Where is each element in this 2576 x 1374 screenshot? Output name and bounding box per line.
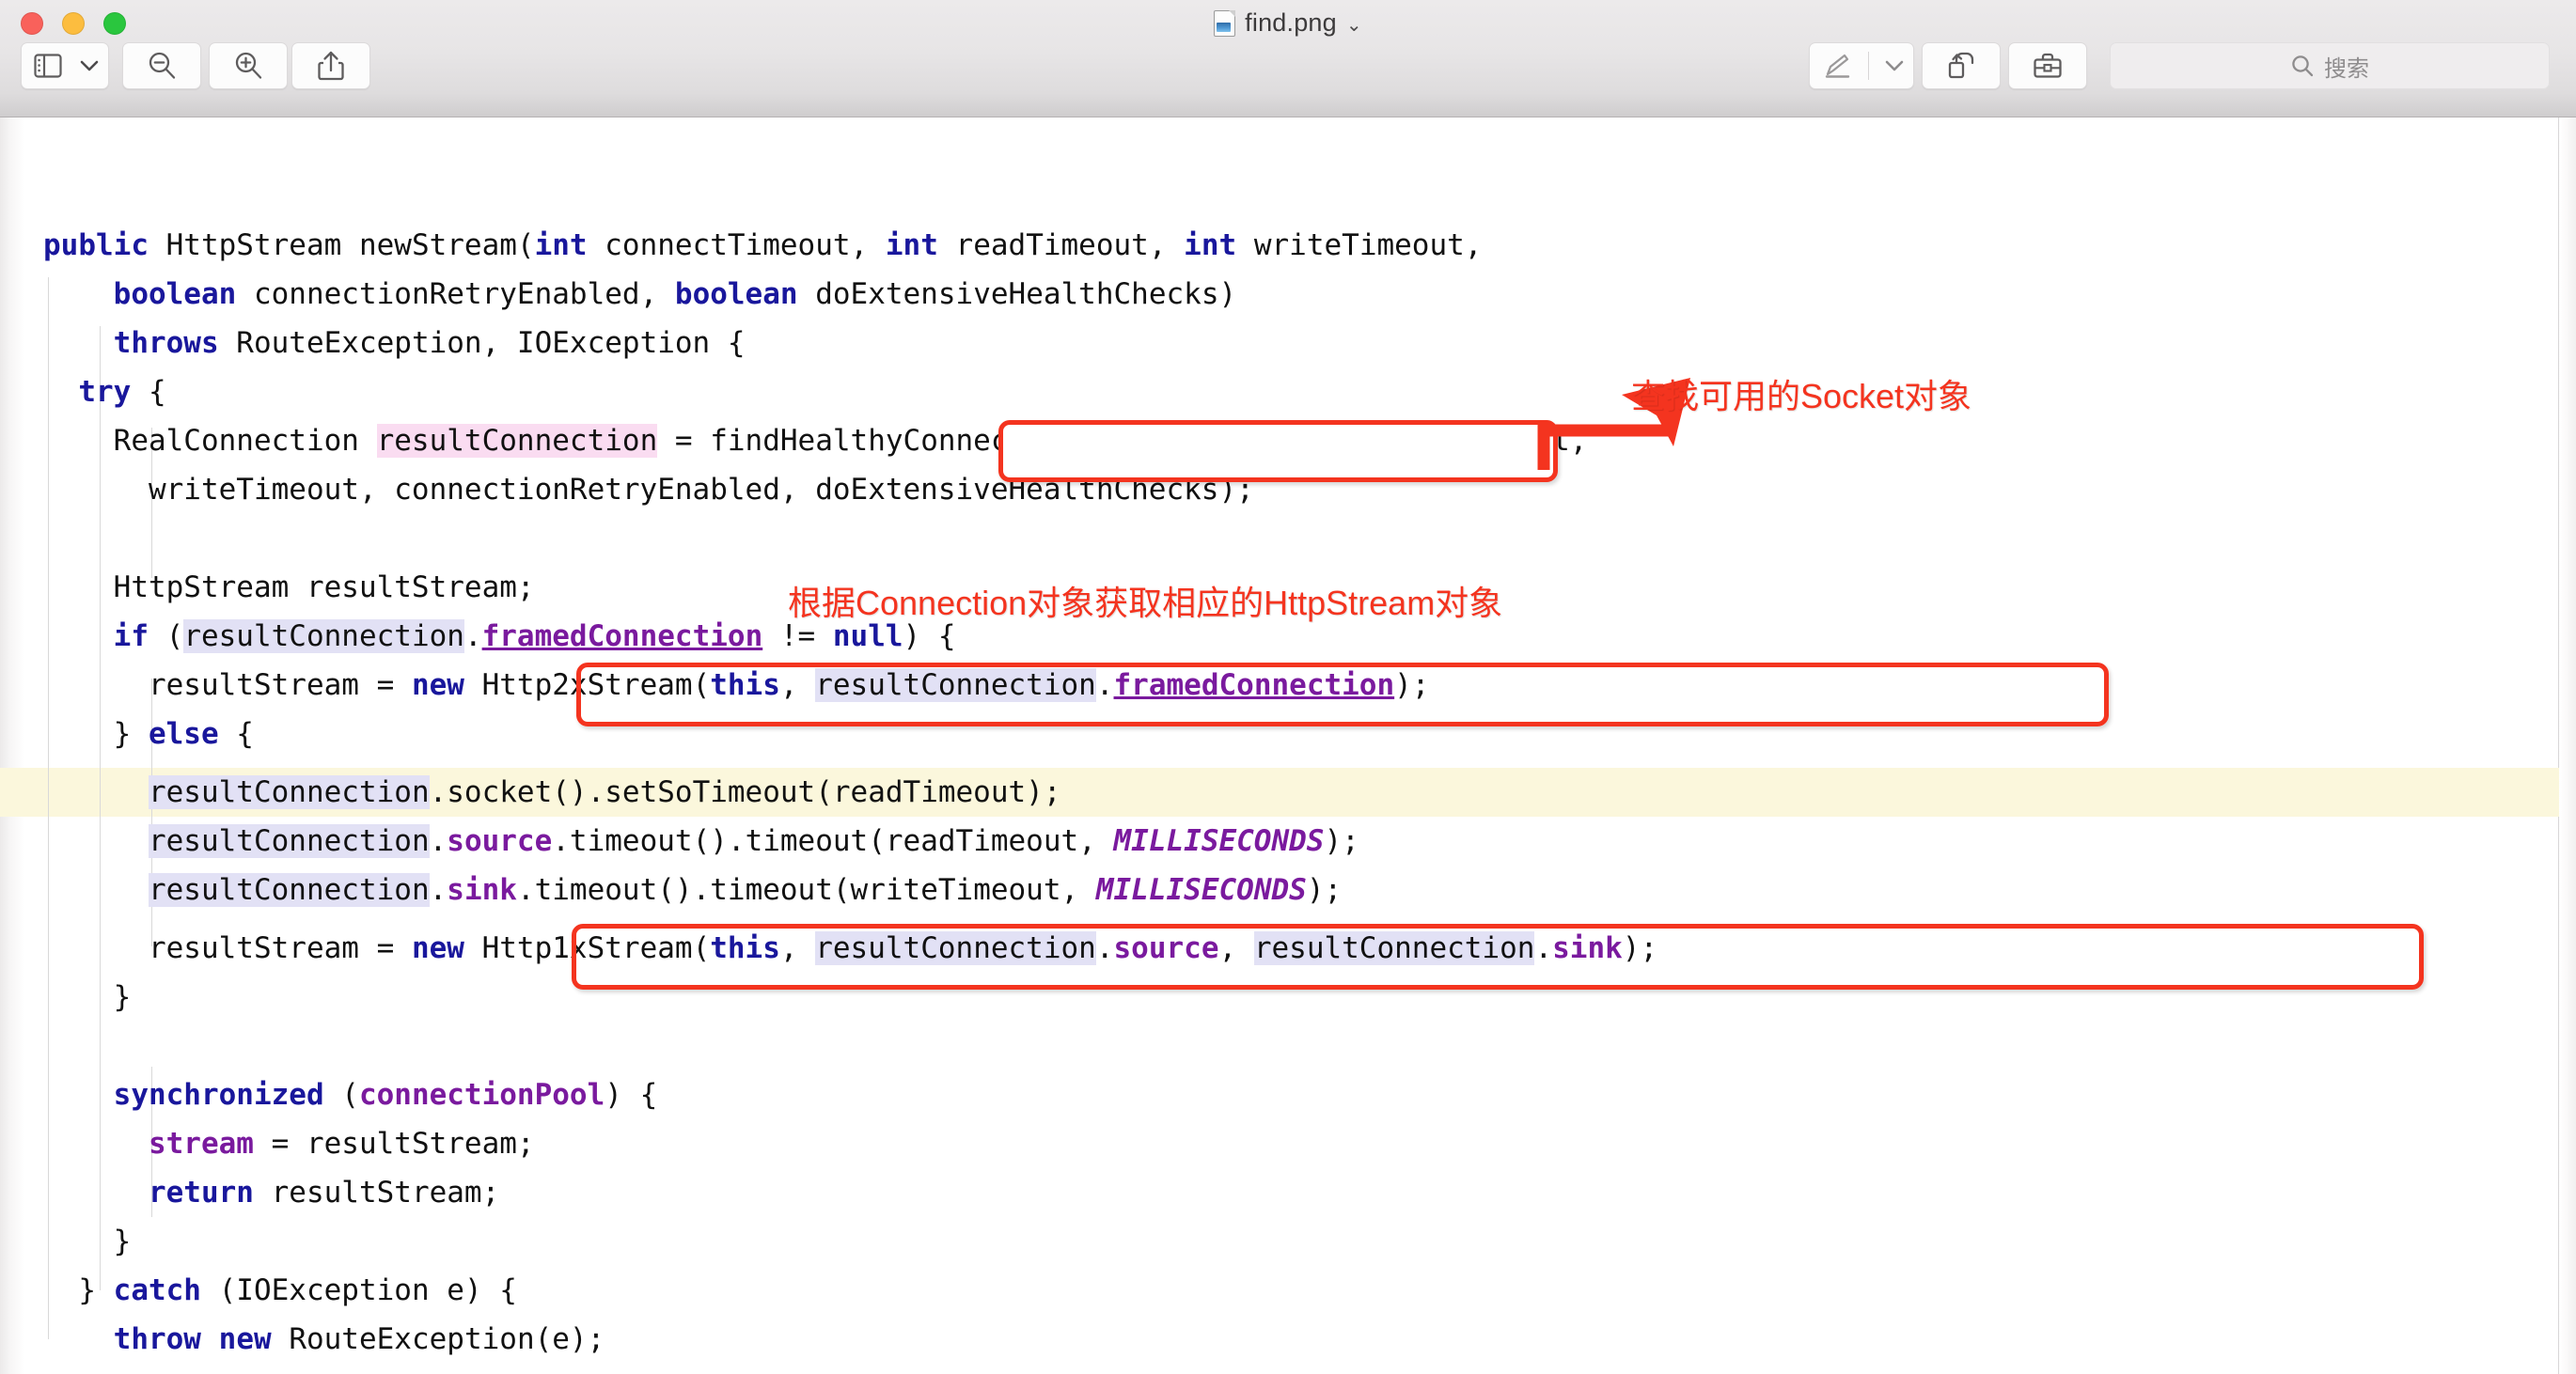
zoom-in-button[interactable] <box>209 42 288 89</box>
image-file-icon <box>1214 9 1236 37</box>
code-line: return resultStream; <box>148 1176 500 1210</box>
rotate-left-button[interactable] <box>1922 42 2001 89</box>
zoom-in-icon <box>235 52 262 79</box>
share-button[interactable] <box>291 42 370 89</box>
code-line: try { <box>78 375 166 409</box>
markup-pen-icon <box>1825 54 1850 78</box>
code-line: boolean connectionRetryEnabled, boolean … <box>113 277 1237 311</box>
code-line: resultConnection.socket().setSoTimeout(r… <box>148 775 1061 809</box>
rotate-left-icon <box>1948 52 1974 79</box>
share-icon <box>318 51 344 81</box>
sidebar-group <box>21 42 109 89</box>
code-line: throw new RouteException(e); <box>113 1322 605 1356</box>
code-line: } <box>43 980 132 1014</box>
image-canvas[interactable]: public HttpStream newStream(int connectT… <box>0 117 2576 1374</box>
chevron-down-icon[interactable] <box>80 60 99 72</box>
window-titlebar: find.png ⌄ 搜索 <box>0 0 2576 117</box>
zoom-out-button[interactable] <box>122 42 201 89</box>
code-line: stream = resultStream; <box>148 1127 535 1161</box>
zoom-group <box>122 42 288 89</box>
sidebar-icon <box>34 54 62 78</box>
markup-toolbar-button[interactable] <box>2008 42 2087 89</box>
markup-button[interactable] <box>1809 42 1914 89</box>
code-line: } <box>43 1364 96 1374</box>
toolbar: 搜索 <box>0 39 2576 92</box>
code-line: resultConnection.source.timeout().timeou… <box>148 824 1359 858</box>
code-line: resultConnection.sink.timeout().timeout(… <box>148 873 1343 907</box>
title-chevron-down-icon[interactable]: ⌄ <box>1346 13 1362 37</box>
markup-divider <box>1868 52 1869 80</box>
code-line: public HttpStream newStream(int connectT… <box>43 228 1483 262</box>
zoom-out-icon <box>149 52 176 79</box>
code-line: synchronized (connectionPool) { <box>113 1078 658 1112</box>
code-line: throws RouteException, IOException { <box>113 326 746 360</box>
box-http1x-stream <box>572 924 2424 990</box>
code-line: } else { <box>43 717 254 751</box>
document-title-text: find.png <box>1245 8 1337 37</box>
document-title-area[interactable]: find.png ⌄ <box>0 8 2576 38</box>
search-icon <box>2292 55 2314 77</box>
code-listing: public HttpStream newStream(int connectT… <box>0 117 2576 1374</box>
search-field[interactable]: 搜索 <box>2110 42 2550 89</box>
markup-chevron-down-icon[interactable] <box>1885 60 1904 72</box>
search-placeholder: 搜索 <box>2324 55 2369 82</box>
sidebar-view-button[interactable] <box>21 42 109 89</box>
share-group <box>291 42 370 89</box>
note-find-socket: 查找可用的Socket对象 <box>1631 377 1972 415</box>
code-line: } <box>43 1225 132 1258</box>
toolbox-icon <box>2034 53 2062 78</box>
code-line: } catch (IOException e) { <box>43 1273 517 1307</box>
note-httpstream: 根据Connection对象获取相应的HttpStream对象 <box>788 584 1503 622</box>
code-line: HttpStream resultStream; <box>43 570 535 604</box>
markup-group <box>1809 42 2087 89</box>
box-find-healthy-connection <box>998 420 1558 482</box>
box-http2x-stream <box>576 663 2109 726</box>
